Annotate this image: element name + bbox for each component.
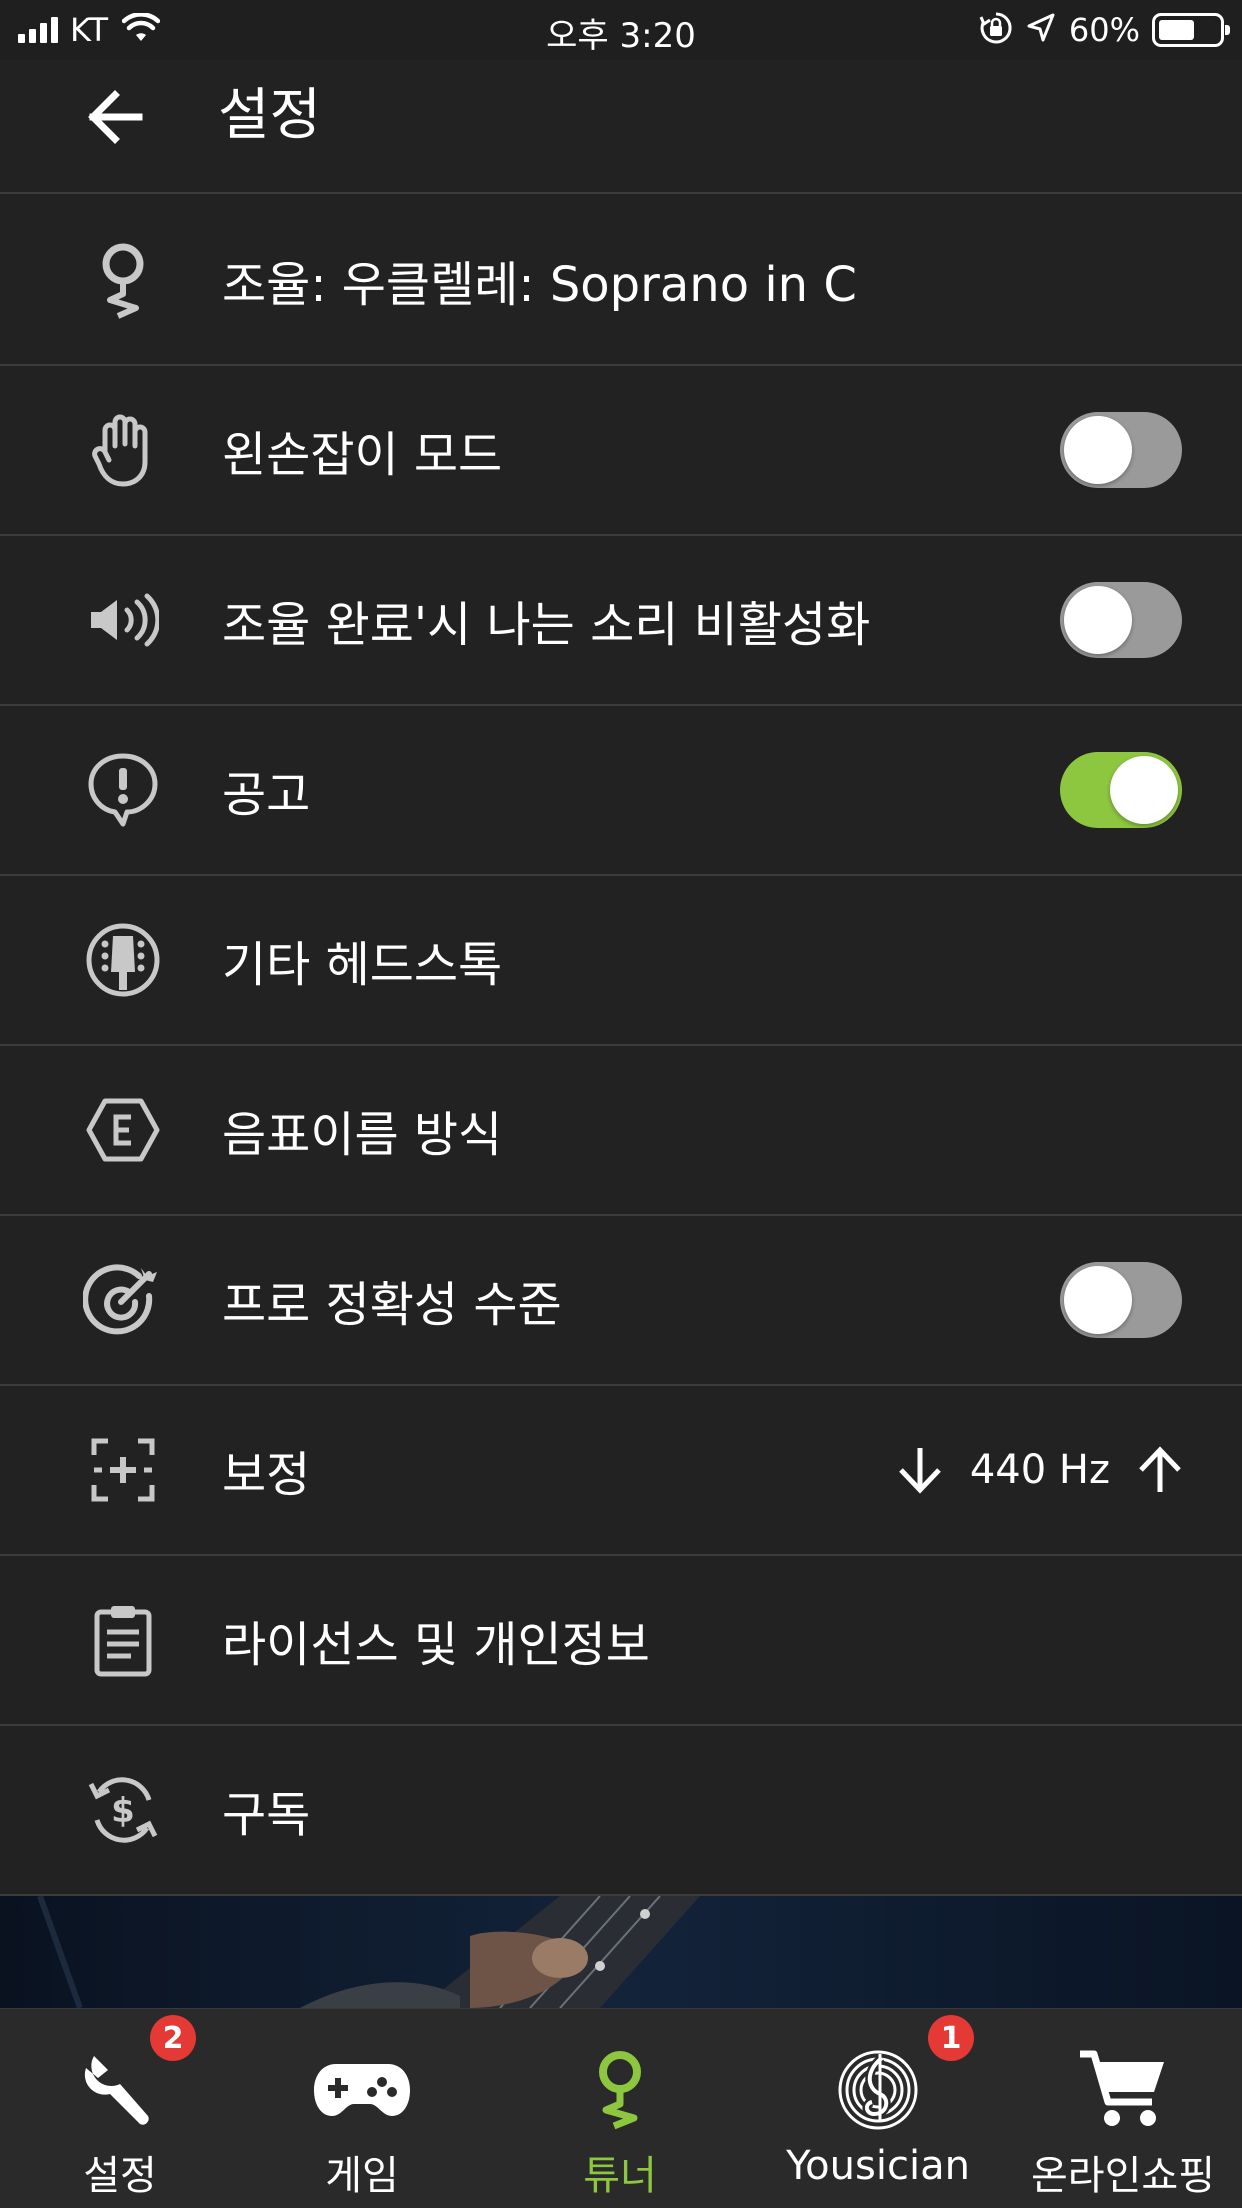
setting-label: 기타 헤드스톡 — [222, 937, 503, 993]
note-name-icon — [80, 1087, 166, 1173]
setting-label: 구독 — [222, 1787, 311, 1843]
setting-label: 프로 정확성 수준 — [222, 1277, 562, 1333]
setting-label: 왼손잡이 모드 — [222, 427, 503, 483]
setting-label: 보정 — [222, 1447, 311, 1503]
calibration-control: 440 Hz — [890, 1440, 1190, 1500]
setting-label: 조율 완료'시 나는 소리 비활성화 — [222, 597, 871, 653]
tab-label: Yousician — [786, 2143, 970, 2189]
gamepad-icon — [307, 2045, 417, 2135]
tab-label: 튜너 — [583, 2153, 657, 2199]
tab-shop[interactable]: 온라인쇼핑 — [1018, 2009, 1228, 2208]
setting-label: 조율: 우클렐레: Soprano in C — [222, 257, 857, 313]
hand-icon — [80, 407, 166, 493]
tab-settings[interactable]: 설정 2 — [40, 2009, 200, 2208]
lefty-mode-toggle[interactable] — [1060, 412, 1182, 488]
wrench-icon — [65, 2045, 175, 2135]
tuning-sound-toggle[interactable] — [1060, 582, 1182, 658]
setting-row-license[interactable]: 라이선스 및 개인정보 — [0, 1556, 1242, 1726]
back-button[interactable] — [80, 82, 150, 152]
notice-toggle[interactable] — [1060, 752, 1182, 828]
bottom-tab-bar: 설정 2 게임 튜너 Yousician 1 온라인쇼핑 — [0, 2008, 1242, 2208]
arrow-down-icon — [899, 1448, 941, 1494]
speaker-icon — [80, 577, 166, 663]
location-icon — [1025, 12, 1057, 48]
setting-row-subscription[interactable]: $ 구독 — [0, 1726, 1242, 1896]
page-title: 설정 — [218, 83, 322, 148]
setting-row-headstock[interactable]: 기타 헤드스톡 — [0, 876, 1242, 1046]
alert-bubble-icon — [80, 747, 166, 833]
guitar-headstock-icon — [80, 917, 166, 1003]
setting-row-sound: 조율 완료'시 나는 소리 비활성화 — [0, 536, 1242, 706]
calibration-icon — [80, 1427, 166, 1513]
setting-label: 음표이름 방식 — [222, 1107, 503, 1163]
notification-badge: 1 — [928, 2015, 974, 2061]
tab-yousician[interactable]: Yousician 1 — [778, 2009, 978, 2208]
rotation-lock-icon — [979, 11, 1013, 49]
yousician-logo-icon — [823, 2045, 933, 2135]
tab-tuner[interactable]: 튜너 — [540, 2009, 700, 2208]
calibration-increase-button[interactable] — [1130, 1440, 1190, 1500]
subscription-icon: $ — [80, 1767, 166, 1853]
notification-badge: 2 — [150, 2015, 196, 2061]
battery-percent: 60% — [1068, 11, 1140, 49]
arrow-up-icon — [1139, 1446, 1181, 1492]
tab-label: 온라인쇼핑 — [1031, 2153, 1215, 2199]
header: 설정 — [0, 60, 1242, 194]
calibration-value: 440 Hz — [969, 1447, 1110, 1493]
tab-label: 설정 — [83, 2153, 157, 2199]
pro-accuracy-toggle[interactable] — [1060, 1262, 1182, 1338]
calibration-decrease-button[interactable] — [890, 1440, 950, 1500]
tab-label: 게임 — [325, 2153, 399, 2199]
tuner-pin-icon — [565, 2045, 675, 2135]
tuner-pin-icon — [80, 237, 166, 323]
setting-row-tuning[interactable]: 조율: 우클렐레: Soprano in C — [0, 196, 1242, 366]
battery-icon — [1152, 13, 1230, 47]
target-icon — [80, 1257, 166, 1343]
cart-icon — [1068, 2045, 1178, 2135]
clipboard-icon — [80, 1597, 166, 1683]
setting-row-notice: 공고 — [0, 706, 1242, 876]
setting-row-lefty: 왼손잡이 모드 — [0, 366, 1242, 536]
setting-row-calibration: 보정 440 Hz — [0, 1386, 1242, 1556]
guitar-photo-banner — [0, 1896, 1242, 2008]
setting-row-notation[interactable]: 음표이름 방식 — [0, 1046, 1242, 1216]
setting-row-pro: 프로 정확성 수준 — [0, 1216, 1242, 1386]
tab-games[interactable]: 게임 — [282, 2009, 442, 2208]
arrow-left-icon — [88, 90, 143, 144]
status-bar: KT 오후 3:20 60% — [0, 0, 1242, 60]
settings-list: 조율: 우클렐레: Soprano in C 왼손잡이 모드 조율 완료'시 나… — [0, 196, 1242, 1896]
svg-text:$: $ — [111, 1791, 135, 1831]
setting-label: 공고 — [222, 767, 311, 823]
setting-label: 라이선스 및 개인정보 — [222, 1617, 650, 1673]
